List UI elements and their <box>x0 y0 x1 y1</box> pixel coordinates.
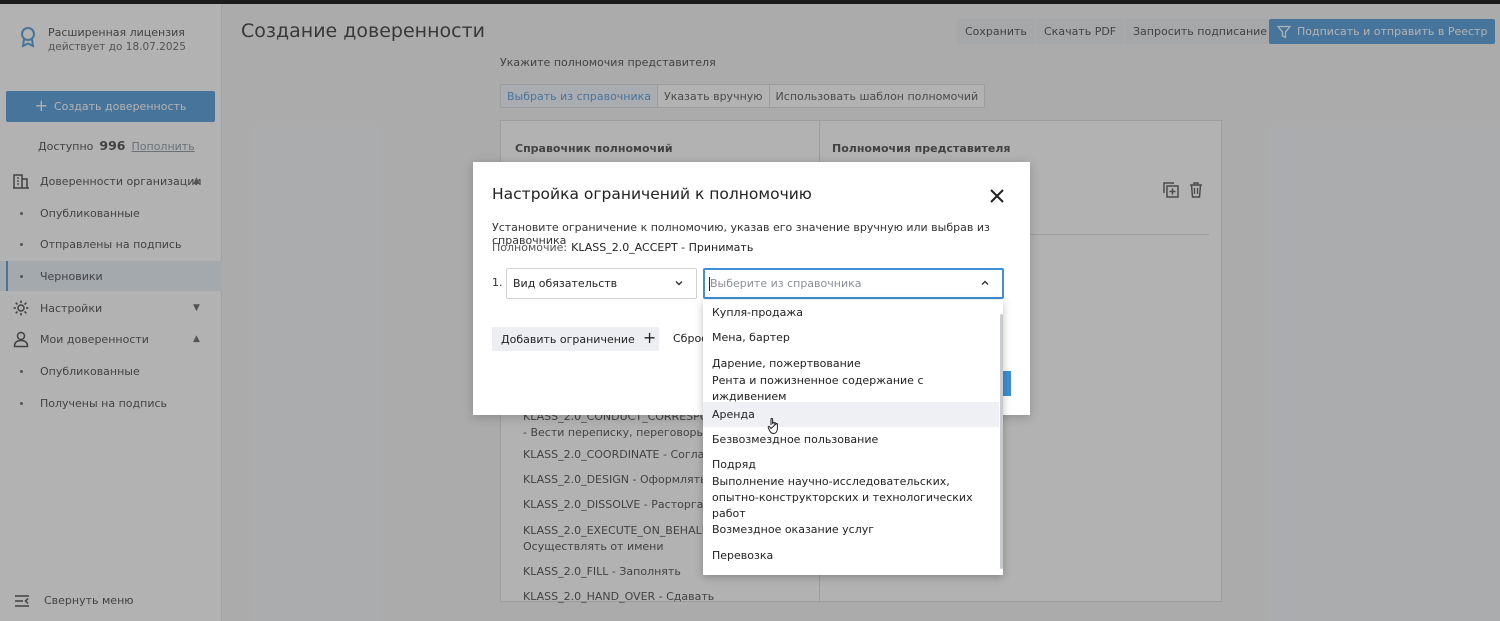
add-restriction-button[interactable]: Добавить ограничение + <box>492 327 659 351</box>
dropdown-option[interactable]: Выполнение научно-исследовательских, опы… <box>703 475 973 520</box>
dropdown-option[interactable]: Купля-продажа <box>703 303 999 323</box>
restriction-row-number: 1. <box>492 276 503 289</box>
authority-value: KLASS_2.0_ACCEPT - Принимать <box>571 241 754 254</box>
dropdown-option[interactable]: Мена, бартер <box>703 328 999 348</box>
chevron-up-icon <box>981 280 989 285</box>
restriction-value-select[interactable]: Выберите из справочника <box>703 268 1004 299</box>
dropdown-option[interactable]: Дарение, пожертвование <box>703 354 999 374</box>
modal-authority: Полномочие: KLASS_2.0_ACCEPT - Принимать <box>492 241 753 254</box>
restriction-value-placeholder: Выберите из справочника <box>710 277 862 290</box>
text-caret <box>709 277 710 291</box>
dropdown-option[interactable]: Перевозка <box>703 546 999 566</box>
dropdown-scrollbar[interactable] <box>1000 314 1003 569</box>
dropdown-option[interactable]: Возмездное оказание услуг <box>703 520 999 540</box>
add-restriction-label: Добавить ограничение <box>501 332 635 346</box>
dropdown-option[interactable]: Подряд <box>703 455 999 475</box>
top-strip <box>0 0 1500 4</box>
restriction-type-select[interactable]: Вид обязательств <box>506 268 697 299</box>
modal-title: Настройка ограничений к полномочию <box>492 185 812 203</box>
restriction-value-dropdown: Купля-продажа Мена, бартер Дарение, поже… <box>703 300 1003 575</box>
modal-confirm-button[interactable] <box>1003 371 1011 396</box>
close-icon[interactable] <box>987 186 1007 206</box>
chevron-down-icon <box>675 281 683 286</box>
hand-cursor-icon <box>767 418 778 435</box>
dropdown-option-hovered[interactable]: Аренда <box>703 402 999 427</box>
dropdown-option[interactable]: Рента и пожизненное содержание с иждивен… <box>703 374 999 403</box>
authority-label: Полномочие: <box>492 241 568 254</box>
restriction-type-value: Вид обязательств <box>513 277 618 290</box>
reset-button[interactable]: Сбросить <box>673 332 703 345</box>
plus-icon: + <box>642 328 657 347</box>
dropdown-option[interactable]: Безвозмездное пользование <box>703 430 999 450</box>
